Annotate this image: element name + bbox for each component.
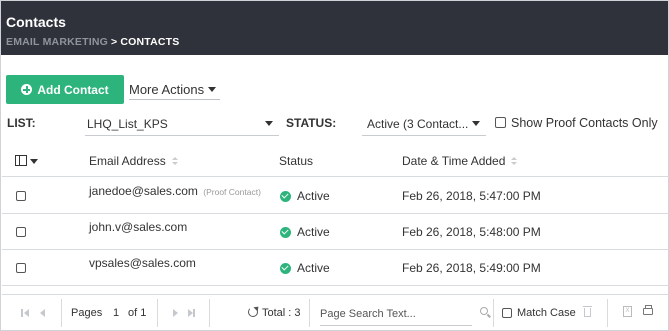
column-header-status-label: Status <box>279 154 314 168</box>
email-cell: vpsales@sales.com <box>89 256 196 270</box>
page-count-label: of 1 <box>128 307 147 319</box>
show-proof-contacts-label[interactable]: Show Proof Contacts Only <box>511 116 658 130</box>
column-header-status[interactable]: Status <box>279 154 313 168</box>
status-cell: Active <box>280 225 330 239</box>
plus-circle-icon <box>21 84 33 95</box>
date-added-cell: Feb 26, 2018, 5:49:00 PM <box>402 261 541 275</box>
status-cell: Active <box>280 261 330 275</box>
pager-divider <box>309 299 310 327</box>
proof-contact-tag: (Proof Contact) <box>203 187 261 197</box>
pager-toolbar: Pages 1 of 1 Total : 3 Match Case X <box>2 294 669 331</box>
sort-icon <box>511 157 518 166</box>
total-count: Total : 3 <box>262 307 301 319</box>
last-page-icon-bar <box>193 309 195 317</box>
caret-down-icon <box>472 121 480 126</box>
list-select[interactable]: LHQ_List_KPS <box>85 112 279 136</box>
check-circle-icon <box>280 226 291 238</box>
check-circle-icon <box>280 262 291 274</box>
row-checkbox[interactable] <box>16 191 26 201</box>
status-text: Active <box>297 189 330 203</box>
excel-icon[interactable]: X <box>623 306 632 317</box>
first-page-icon[interactable] <box>24 309 29 317</box>
list-select-value: LHQ_List_KPS <box>87 116 168 131</box>
table-header: Email Address Status Date & Time Added <box>2 146 669 177</box>
print-icon[interactable] <box>643 305 653 315</box>
next-page-icon[interactable] <box>173 309 178 317</box>
check-circle-icon <box>280 190 291 202</box>
table-row[interactable]: janedoe@sales.com (Proof Contact) Active… <box>2 178 669 214</box>
status-select-value: Active (3 Contact... <box>367 116 469 131</box>
add-contact-label: Add Contact <box>37 82 109 97</box>
pages-label: Pages <box>71 307 103 319</box>
row-checkbox[interactable] <box>16 263 26 273</box>
breadcrumb-separator: > <box>110 36 118 48</box>
email-address: john.v@sales.com <box>89 220 188 234</box>
pager-divider <box>209 299 210 327</box>
email-cell: john.v@sales.com <box>89 220 187 234</box>
status-text: Active <box>297 225 330 239</box>
email-cell: janedoe@sales.com (Proof Contact) <box>89 184 261 198</box>
date-added-cell: Feb 26, 2018, 5:47:00 PM <box>402 189 541 203</box>
pager-divider <box>157 299 158 327</box>
page-header: Contacts EMAIL MARKETING > CONTACTS <box>1 1 668 55</box>
first-page-icon-bar <box>21 309 23 317</box>
search-icon[interactable] <box>480 307 488 315</box>
breadcrumb: EMAIL MARKETING > CONTACTS <box>6 36 179 48</box>
caret-down-icon <box>265 121 273 126</box>
column-chooser-icon[interactable] <box>15 155 27 166</box>
match-case-label[interactable]: Match Case <box>517 307 576 319</box>
prev-page-icon[interactable] <box>40 309 45 317</box>
caret-down-icon[interactable] <box>30 159 38 164</box>
column-header-date-added[interactable]: Date & Time Added <box>402 154 518 168</box>
more-actions-dropdown[interactable]: More Actions <box>129 80 221 100</box>
status-text: Active <box>297 261 330 275</box>
caret-down-icon <box>208 87 217 92</box>
trash-icon[interactable] <box>583 306 592 317</box>
show-proof-contacts-checkbox[interactable] <box>495 117 506 128</box>
pager-divider <box>61 299 62 327</box>
match-case-checkbox[interactable] <box>502 308 512 318</box>
list-label: LIST: <box>7 116 36 130</box>
pager-divider <box>607 299 608 327</box>
pager-divider <box>493 299 494 327</box>
page-title: Contacts <box>6 14 66 30</box>
more-actions-label: More Actions <box>129 82 205 97</box>
email-address: janedoe@sales.com <box>89 184 198 198</box>
row-checkbox[interactable] <box>16 227 26 237</box>
refresh-icon[interactable] <box>248 307 258 317</box>
status-select[interactable]: Active (3 Contact... <box>362 112 486 136</box>
sort-icon <box>171 157 178 166</box>
breadcrumb-email-marketing[interactable]: EMAIL MARKETING <box>6 36 108 48</box>
table-row[interactable]: john.v@sales.com Active Feb 26, 2018, 5:… <box>2 214 669 250</box>
add-contact-button[interactable]: Add Contact <box>6 75 124 104</box>
current-page-input[interactable]: 1 <box>113 307 119 319</box>
contacts-panel: Contacts EMAIL MARKETING > CONTACTS Add Co… <box>0 0 669 331</box>
column-header-email-label: Email Address <box>89 154 166 168</box>
column-header-date-label: Date & Time Added <box>402 154 506 168</box>
date-added-cell: Feb 26, 2018, 5:48:00 PM <box>402 225 541 239</box>
breadcrumb-contacts: CONTACTS <box>120 36 180 48</box>
table-row[interactable]: vpsales@sales.com Active Feb 26, 2018, 5… <box>2 250 669 286</box>
status-cell: Active <box>280 189 330 203</box>
status-label: STATUS: <box>286 116 337 130</box>
page-search-input[interactable] <box>320 302 472 326</box>
email-address: vpsales@sales.com <box>89 256 196 270</box>
column-header-email[interactable]: Email Address <box>89 154 178 168</box>
